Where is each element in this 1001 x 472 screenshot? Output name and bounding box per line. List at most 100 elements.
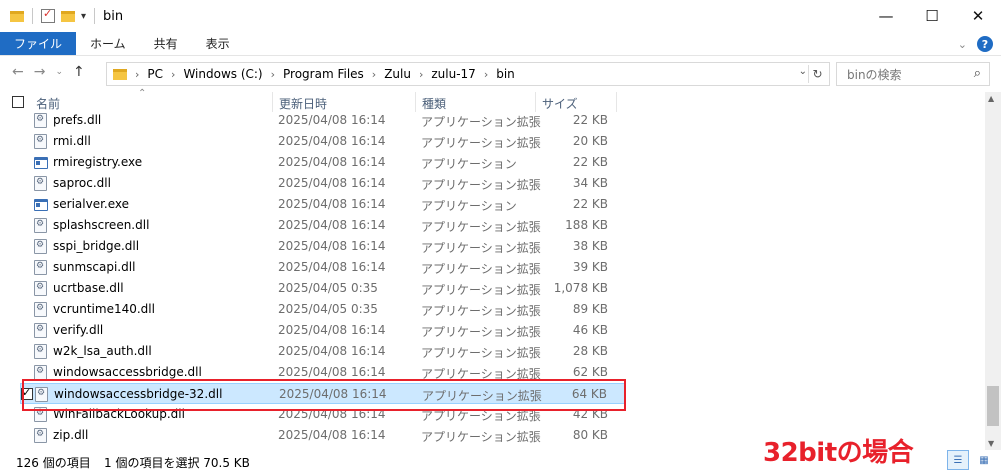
row-checkbox[interactable] [20, 114, 32, 126]
scroll-up-icon[interactable]: ▲ [988, 94, 994, 103]
file-name[interactable]: WinFallbackLookup.dll [53, 407, 185, 421]
file-name[interactable]: vcruntime140.dll [53, 302, 155, 316]
tab-share[interactable]: 共有 [140, 32, 192, 55]
chevron-right-icon[interactable]: › [372, 68, 376, 81]
file-name[interactable]: sspi_bridge.dll [53, 239, 139, 253]
row-checkbox[interactable] [20, 219, 32, 231]
breadcrumb-pc[interactable]: PC [147, 67, 163, 81]
file-name[interactable]: w2k_lsa_auth.dll [53, 344, 152, 358]
file-name[interactable]: serialver.exe [53, 197, 129, 211]
breadcrumb-windows-c[interactable]: Windows (C:) [183, 67, 262, 81]
properties-icon[interactable] [41, 7, 55, 23]
select-all-checkbox[interactable] [12, 96, 24, 108]
row-checkbox[interactable] [21, 386, 33, 400]
column-divider[interactable] [535, 92, 536, 112]
row-checkbox[interactable] [20, 261, 32, 273]
file-row[interactable]: prefs.dll 2025/04/08 16:14 アプリケーション拡張 22 KB [20, 110, 626, 131]
address-bar[interactable]: › PC › Windows (C:) › Program Files › Zu… [106, 62, 830, 86]
file-type: アプリケーション拡張 [421, 220, 541, 234]
new-folder-icon[interactable] [61, 10, 75, 22]
file-name[interactable]: saproc.dll [53, 176, 111, 190]
chevron-right-icon[interactable]: › [135, 68, 139, 81]
file-row[interactable]: rmiregistry.exe 2025/04/08 16:14 アプリケーション 2… [20, 152, 626, 173]
row-checkbox[interactable] [20, 324, 32, 336]
file-row[interactable]: sspi_bridge.dll 2025/04/08 16:14 アプリケーション拡… [20, 236, 626, 257]
breadcrumb-zulu[interactable]: Zulu [384, 67, 411, 81]
file-name[interactable]: ucrtbase.dll [53, 281, 124, 295]
close-button[interactable]: ✕ [955, 0, 1001, 32]
row-checkbox[interactable] [20, 282, 32, 294]
file-size: 28 KB [572, 344, 608, 358]
expand-ribbon-icon[interactable]: ⌄ [958, 38, 967, 51]
file-name[interactable]: rmiregistry.exe [53, 155, 142, 169]
breadcrumb-bin[interactable]: bin [496, 67, 515, 81]
back-icon[interactable]: ← [12, 64, 24, 80]
tab-file[interactable]: ファイル [0, 32, 77, 55]
search-icon[interactable]: ⌕ [974, 66, 981, 81]
column-divider[interactable] [415, 92, 416, 112]
help-icon[interactable]: ? [977, 36, 993, 52]
chevron-right-icon[interactable]: › [171, 68, 175, 81]
tab-view[interactable]: 表示 [192, 32, 244, 55]
row-checkbox[interactable] [20, 366, 32, 378]
file-row[interactable]: zip.dll 2025/04/08 16:14 アプリケーション拡張 80 KB [20, 425, 626, 446]
row-checkbox[interactable] [20, 303, 32, 315]
search-input[interactable]: binの検索 ⌕ [836, 62, 990, 86]
maximize-button[interactable]: ☐ [909, 0, 955, 32]
file-row[interactable]: windowsaccessbridge-32.dll 2025/04/08 16:… [20, 383, 626, 404]
vertical-scrollbar[interactable]: ▲ ▼ [985, 92, 1001, 450]
file-row[interactable]: sunmscapi.dll 2025/04/08 16:14 アプリケーション拡張 3… [20, 257, 626, 278]
file-row[interactable]: WinFallbackLookup.dll 2025/04/08 16:14 アプリ… [20, 404, 626, 425]
row-checkbox[interactable] [20, 135, 32, 147]
file-row[interactable]: verify.dll 2025/04/08 16:14 アプリケーション拡張 46 K… [20, 320, 626, 341]
file-row[interactable]: windowsaccessbridge.dll 2025/04/08 16:14 ア… [20, 362, 626, 383]
chevron-right-icon[interactable]: › [271, 68, 275, 81]
scroll-down-icon[interactable]: ▼ [988, 439, 994, 448]
file-row[interactable]: splashscreen.dll 2025/04/08 16:14 アプリケーション… [20, 215, 626, 236]
file-name[interactable]: windowsaccessbridge.dll [53, 365, 202, 379]
tab-home[interactable]: ホーム [76, 32, 140, 55]
column-divider[interactable] [616, 92, 617, 112]
file-name[interactable]: windowsaccessbridge-32.dll [54, 387, 222, 401]
breadcrumb-zulu-17[interactable]: zulu-17 [431, 67, 475, 81]
file-name[interactable]: splashscreen.dll [53, 218, 149, 232]
chevron-right-icon[interactable]: › [484, 68, 488, 81]
file-name[interactable]: verify.dll [53, 323, 103, 337]
file-date: 2025/04/05 0:35 [278, 281, 378, 295]
scrollbar-thumb[interactable] [987, 386, 999, 426]
exe-file-icon [34, 199, 48, 211]
recent-locations-icon[interactable]: ⌄ [55, 67, 63, 77]
dll-file-icon [34, 239, 47, 254]
file-name[interactable]: rmi.dll [53, 134, 91, 148]
row-checkbox[interactable] [20, 198, 32, 210]
refresh-icon[interactable]: ↻ [808, 65, 826, 83]
minimize-button[interactable]: — [863, 0, 909, 32]
file-name[interactable]: sunmscapi.dll [53, 260, 135, 274]
file-name[interactable]: zip.dll [53, 428, 88, 442]
column-divider[interactable] [272, 92, 273, 112]
file-row[interactable]: saproc.dll 2025/04/08 16:14 アプリケーション拡張 34 K… [20, 173, 626, 194]
file-row[interactable]: w2k_lsa_auth.dll 2025/04/08 16:14 アプリケーション… [20, 341, 626, 362]
details-view-icon[interactable]: ☰ [947, 450, 969, 470]
file-row[interactable]: serialver.exe 2025/04/08 16:14 アプリケーション 22 … [20, 194, 626, 215]
chevron-right-icon[interactable]: › [419, 68, 423, 81]
address-dropdown-icon[interactable]: ⌄ [799, 66, 807, 77]
file-row[interactable]: vcruntime140.dll 2025/04/05 0:35 アプリケーション拡… [20, 299, 626, 320]
file-date: 2025/04/08 16:14 [278, 113, 386, 127]
window-title: bin [103, 8, 124, 24]
customize-dropdown-icon[interactable]: ▾ [81, 11, 86, 22]
row-checkbox[interactable] [20, 345, 32, 357]
file-row[interactable]: rmi.dll 2025/04/08 16:14 アプリケーション拡張 20 KB [20, 131, 626, 152]
up-icon[interactable]: ↑ [73, 64, 85, 80]
row-checkbox[interactable] [20, 429, 32, 441]
large-icons-view-icon[interactable]: ▦ [973, 450, 995, 470]
row-checkbox[interactable] [20, 240, 32, 252]
file-date: 2025/04/05 0:35 [278, 302, 378, 316]
file-name[interactable]: prefs.dll [53, 113, 101, 127]
row-checkbox[interactable] [20, 156, 32, 168]
forward-icon[interactable]: → [34, 64, 46, 80]
row-checkbox[interactable] [20, 408, 32, 420]
breadcrumb-program-files[interactable]: Program Files [283, 67, 364, 81]
row-checkbox[interactable] [20, 177, 32, 189]
file-row[interactable]: ucrtbase.dll 2025/04/05 0:35 アプリケーション拡張 1,0… [20, 278, 626, 299]
